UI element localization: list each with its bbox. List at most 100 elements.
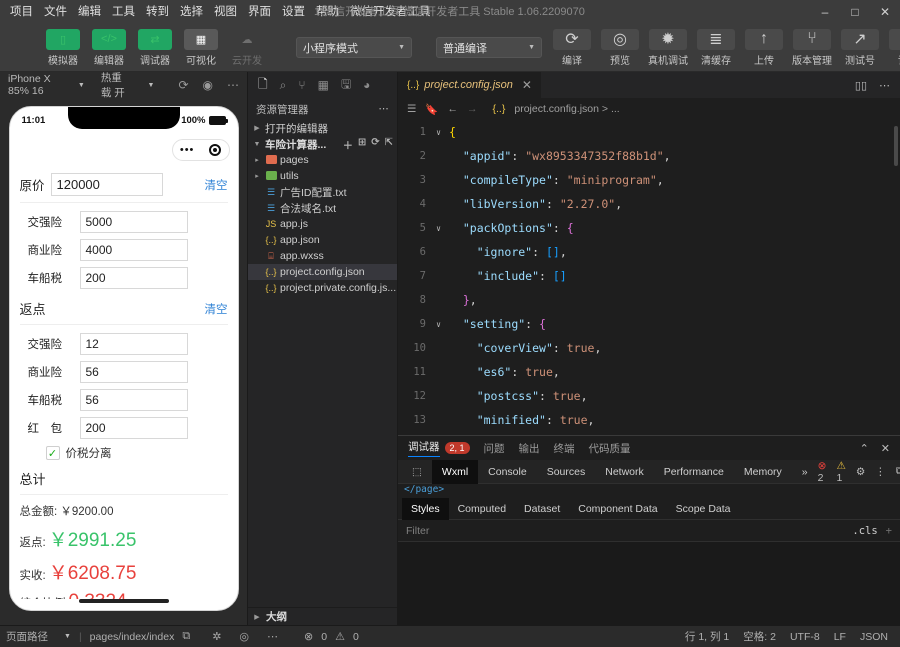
- refresh-icon[interactable]: ⟳: [178, 78, 188, 92]
- indent-setting[interactable]: 空格: 2: [743, 629, 776, 644]
- page-path-label[interactable]: 页面路径: [6, 629, 48, 644]
- collapse-icon[interactable]: ⇱: [385, 137, 393, 152]
- debugger-panel-tab[interactable]: 问题: [484, 441, 505, 456]
- clear-link-1[interactable]: 清空: [205, 177, 228, 193]
- toolbar-layout-button[interactable]: ▦ 可视化: [181, 28, 221, 67]
- devtools-tab-memory[interactable]: Memory: [734, 460, 792, 484]
- dock-icon[interactable]: ⧉: [896, 465, 900, 478]
- more-vertical-icon[interactable]: ⋮: [875, 466, 886, 478]
- target-icon[interactable]: [209, 144, 222, 156]
- devtools-tab-wxml[interactable]: Wxml: [431, 459, 479, 484]
- more-icon[interactable]: ⋯: [227, 78, 239, 92]
- style-tab-computed[interactable]: Computed: [449, 498, 515, 520]
- close-icon[interactable]: ✕: [881, 442, 890, 455]
- outline-section[interactable]: ▶ 大纲: [248, 607, 397, 625]
- more-icon[interactable]: ⋯: [379, 103, 390, 115]
- copy-icon[interactable]: ⧉: [182, 630, 190, 643]
- cursor-position[interactable]: 行 1, 列 1: [685, 629, 729, 644]
- menu-item-6[interactable]: 视图: [214, 0, 237, 24]
- devtools-tab-network[interactable]: Network: [595, 460, 654, 484]
- devtools-tab-console[interactable]: Console: [478, 460, 537, 484]
- toolbar-eye-action[interactable]: ◎ 预览: [597, 28, 643, 67]
- style-filter-bar[interactable]: Filter .cls +: [398, 520, 900, 542]
- more-icon[interactable]: •••: [180, 144, 195, 156]
- extensions-icon[interactable]: ▦: [318, 78, 329, 92]
- original-price-input[interactable]: 120000: [50, 173, 163, 196]
- code-editor[interactable]: 1 ∨{2 "appid": "wx8953347352f88b1d", 3 "co…: [398, 120, 900, 435]
- wechat-capsule[interactable]: •••: [171, 139, 230, 161]
- file-tree-item[interactable]: ☰ 广告ID配置.txt: [248, 184, 397, 200]
- menu-item-2[interactable]: 编辑: [78, 0, 101, 24]
- device-select[interactable]: iPhone X 85% 16: [8, 73, 60, 97]
- checkbox-icon[interactable]: ✓: [45, 446, 60, 460]
- more-icon[interactable]: ⋯: [879, 79, 890, 92]
- files-icon[interactable]: 🗋: [258, 75, 268, 96]
- menu-item-4[interactable]: 转到: [146, 0, 169, 24]
- debugger-panel-tab[interactable]: 代码质量: [589, 441, 631, 456]
- debug-icon[interactable]: ✲: [212, 630, 221, 643]
- plugin-icon[interactable]: ◕: [363, 78, 370, 92]
- record-icon[interactable]: ◉: [203, 78, 213, 92]
- menu-item-5[interactable]: 选择: [180, 0, 203, 24]
- toolbar-device-debug-action[interactable]: ✹ 真机调试: [645, 28, 691, 67]
- file-tree-item[interactable]: ☰ 合法域名.txt: [248, 200, 397, 216]
- toolbar-upload-action[interactable]: ↑ 上传: [741, 28, 787, 67]
- file-tree-item[interactable]: ▸ utils: [248, 168, 397, 184]
- file-tree-item[interactable]: JS app.js: [248, 216, 397, 232]
- bookmark-icon[interactable]: 🔖: [425, 103, 438, 116]
- toolbar-refresh-action[interactable]: ⟳ 编译: [549, 28, 595, 67]
- breadcrumb[interactable]: project.config.json > ...: [514, 103, 619, 115]
- close-button[interactable]: ✕: [870, 0, 900, 24]
- debugger-panel-tab[interactable]: 输出: [519, 441, 540, 456]
- fold-toggle-icon[interactable]: ∨: [432, 320, 445, 329]
- error-count-icon[interactable]: ⊗: [304, 630, 313, 643]
- toolbar-branch-action[interactable]: ⑂ 版本管理: [789, 28, 835, 67]
- inspect-icon[interactable]: ⬚: [402, 460, 432, 484]
- devtools-tab-sources[interactable]: Sources: [537, 460, 596, 484]
- menu-item-8[interactable]: 设置: [282, 0, 305, 24]
- toolbar-debug-button[interactable]: ⇄ 调试器: [135, 28, 175, 67]
- insurance-field-input[interactable]: 200: [79, 267, 188, 289]
- minimize-button[interactable]: –: [810, 0, 840, 24]
- gear-icon[interactable]: ⚙: [856, 466, 865, 478]
- hot-reload-select[interactable]: 热重载 开: [101, 70, 130, 100]
- toolbar-code-button[interactable]: </> 编辑器: [89, 28, 129, 67]
- encoding-setting[interactable]: UTF-8: [790, 631, 820, 643]
- insurance-field-input[interactable]: 5000: [79, 211, 188, 233]
- file-tree-item[interactable]: {..} project.config.json: [248, 264, 397, 280]
- rebate-field-input[interactable]: 200: [79, 417, 188, 439]
- save-icon[interactable]: 🖫: [341, 75, 351, 96]
- rebate-field-input[interactable]: 56: [79, 389, 188, 411]
- toolbar-layers-action[interactable]: ≣ 清缓存: [693, 28, 739, 67]
- menu-item-1[interactable]: 文件: [44, 0, 67, 24]
- add-style-button[interactable]: +: [886, 525, 892, 537]
- file-tree-item[interactable]: ▸ pages: [248, 152, 397, 168]
- file-tree-item[interactable]: {..} app.json: [248, 232, 397, 248]
- error-badge[interactable]: ⊗ 2: [818, 460, 827, 484]
- style-tab-styles[interactable]: Styles: [402, 497, 449, 520]
- file-tree-item[interactable]: ⌸ app.wxss: [248, 248, 397, 264]
- cls-button[interactable]: .cls: [852, 525, 877, 537]
- toolbar-cloud-button[interactable]: ☁ 云开发: [227, 29, 267, 67]
- editor-tab-project-config[interactable]: {..} project.config.json ✕: [398, 72, 542, 98]
- menu-item-3[interactable]: 工具: [112, 0, 135, 24]
- search-icon[interactable]: ⌕: [280, 78, 287, 93]
- style-tab-component-data[interactable]: Component Data: [569, 498, 666, 520]
- rebate-field-input[interactable]: 12: [79, 333, 188, 355]
- eye-icon[interactable]: ◎: [239, 630, 249, 643]
- mode-select[interactable]: 小程序模式 ▼: [296, 37, 412, 58]
- new-file-icon[interactable]: ＋: [343, 137, 353, 152]
- forward-icon[interactable]: →: [467, 103, 478, 115]
- collapse-icon[interactable]: ⌃: [860, 442, 869, 455]
- back-icon[interactable]: ←: [448, 103, 459, 115]
- clear-link-2[interactable]: 清空: [205, 301, 228, 317]
- open-editors-row[interactable]: ▶ 打开的编辑器: [248, 120, 397, 136]
- style-tab-scope-data[interactable]: Scope Data: [667, 498, 740, 520]
- tax-separation-checkbox-row[interactable]: ✓ 价税分离: [20, 445, 228, 461]
- close-icon[interactable]: ✕: [522, 78, 532, 92]
- devtools-tab-performance[interactable]: Performance: [654, 460, 734, 484]
- eol-setting[interactable]: LF: [834, 631, 846, 643]
- menu-item-7[interactable]: 界面: [248, 0, 271, 24]
- toolbar-phone-button[interactable]: ▯ 模拟器: [43, 28, 83, 67]
- new-folder-icon[interactable]: ⊞: [358, 137, 366, 152]
